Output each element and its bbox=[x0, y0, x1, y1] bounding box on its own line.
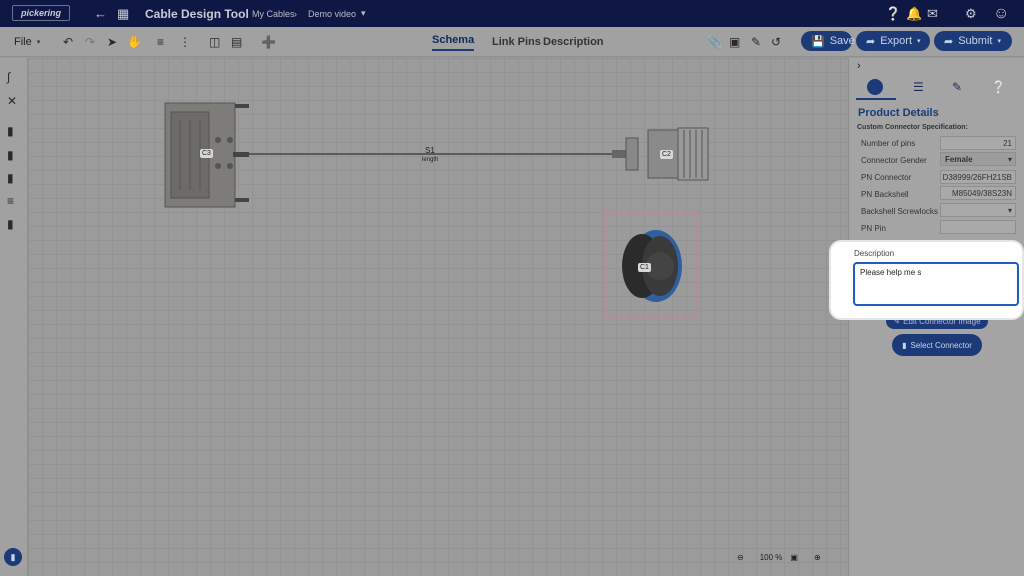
zoom-out-icon[interactable]: ⊖ bbox=[737, 553, 744, 562]
tab-sliders-icon[interactable]: ☰ bbox=[913, 80, 924, 94]
tab-edit-icon[interactable]: ✎ bbox=[952, 80, 962, 94]
fit-screen-icon[interactable]: ▣ bbox=[790, 553, 798, 562]
connector-gender-label: Connector Gender bbox=[861, 156, 927, 165]
chat-help-icon[interactable]: ▮ bbox=[4, 548, 22, 566]
number-of-pins-label: Number of pins bbox=[861, 139, 916, 148]
pn-backshell-label: PN Backshell bbox=[861, 190, 909, 199]
backshell-screwlocks-label: Backshell Screwlocks bbox=[861, 207, 938, 216]
panel-subtitle: Custom Connector Specification: bbox=[857, 124, 968, 131]
description-input[interactable]: Please help me s bbox=[853, 262, 1019, 306]
pn-pin-field[interactable] bbox=[940, 220, 1016, 234]
backshell-screwlocks-select[interactable]: ▾ bbox=[940, 203, 1016, 217]
panel-title: Product Details bbox=[858, 107, 939, 119]
tab-info-icon[interactable] bbox=[867, 79, 883, 95]
connector-c1[interactable] bbox=[622, 230, 682, 302]
pn-connector-field[interactable]: D38999/26FH21SB bbox=[940, 170, 1016, 184]
pn-backshell-field[interactable]: M85049/38S23N bbox=[940, 186, 1016, 200]
zoom-in-icon[interactable]: ⊕ bbox=[814, 553, 821, 562]
pn-connector-label: PN Connector bbox=[861, 173, 912, 182]
connector-icon: ▮ bbox=[902, 340, 907, 350]
select-connector-button[interactable]: ▮ Select Connector bbox=[892, 334, 982, 356]
chevron-down-icon: ▾ bbox=[1007, 154, 1012, 164]
pn-pin-label: PN Pin bbox=[861, 224, 886, 233]
wire-length-label: length bbox=[422, 157, 439, 163]
tab-help-icon[interactable]: ❔ bbox=[991, 80, 1006, 94]
zoom-controls: ⊖ 100 % ▣ ⊕ bbox=[737, 548, 821, 566]
zoom-level: 100 % bbox=[759, 552, 783, 562]
connector-c3-label: C3 bbox=[200, 149, 213, 158]
connector-gender-select[interactable]: Female ▾ bbox=[940, 152, 1016, 166]
connector-c1-label: C1 bbox=[638, 263, 651, 272]
chevron-down-icon: ▾ bbox=[1007, 205, 1012, 215]
collapse-panel-icon[interactable]: › bbox=[857, 60, 861, 72]
number-of-pins-field[interactable]: 21 bbox=[940, 136, 1016, 150]
wire-name-label: S1 bbox=[425, 146, 435, 155]
description-label: Description bbox=[854, 249, 895, 258]
active-tab-indicator bbox=[856, 98, 896, 100]
connector-c2-label: C2 bbox=[660, 150, 673, 159]
